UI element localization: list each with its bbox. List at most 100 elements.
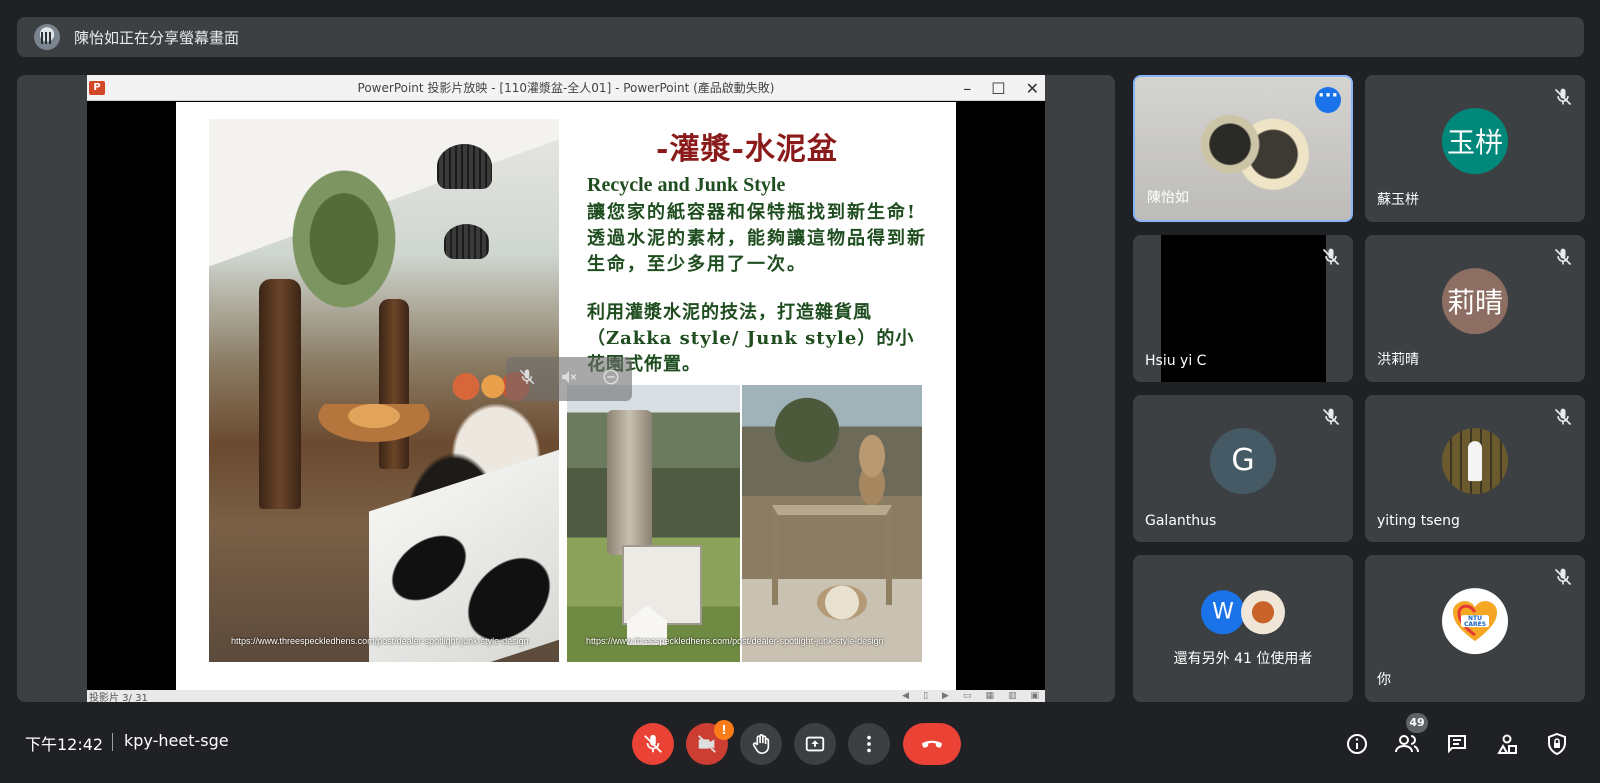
participant-name: 你	[1377, 672, 1391, 688]
minimize-icon: –	[963, 78, 972, 98]
host-controls-button[interactable]	[1540, 727, 1574, 761]
participant-tile[interactable]: ··· 陳怡如	[1133, 75, 1353, 222]
photo-cake-shape	[817, 585, 867, 620]
participant-avatar: W	[1201, 589, 1245, 634]
participant-name: Hsiu yi C	[1145, 353, 1207, 369]
photo-credit-1: https://www.threespeckledhens.com/post/d…	[231, 636, 529, 646]
chat-button[interactable]	[1440, 727, 1474, 761]
camera-warning-badge: !	[714, 720, 734, 740]
participant-tile[interactable]: G Galanthus	[1133, 395, 1353, 542]
maximize-icon: ☐	[991, 78, 1006, 98]
slide-subtitle: Recycle and Junk Style	[587, 174, 786, 196]
participant-name: 蘇玉栟	[1377, 192, 1419, 208]
participant-avatar: G	[1210, 427, 1276, 494]
powerpoint-window: P PowerPoint 投影片放映 - [110灌漿盆-全人01] - Pow…	[87, 75, 1045, 702]
normal-view-icon: ▭	[962, 691, 972, 701]
participant-avatar-photo	[1442, 427, 1508, 494]
photo-pillar-shape	[259, 279, 301, 509]
mic-toggle-button[interactable]	[632, 723, 674, 765]
participant-name: 洪莉晴	[1377, 352, 1419, 368]
participant-name: yiting tseng	[1377, 513, 1460, 529]
slide-photo-garden	[567, 385, 740, 662]
participant-avatar: 玉栟	[1442, 107, 1508, 174]
divider	[112, 733, 113, 751]
prev-slide-icon: ◀	[902, 691, 910, 701]
more-options-button[interactable]	[848, 723, 890, 765]
participant-tile[interactable]: 莉晴 洪莉晴	[1365, 235, 1585, 382]
raise-hand-button[interactable]	[740, 723, 782, 765]
people-count-badge: 49	[1406, 713, 1428, 733]
ntu-cares-logo-text: NTU CARES	[1463, 614, 1487, 628]
clock: 下午12:42	[25, 735, 104, 754]
mic-off-icon	[1554, 568, 1572, 586]
ppt-titlebar: P PowerPoint 投影片放映 - [110灌漿盆-全人01] - Pow…	[87, 75, 1045, 101]
mic-off-icon	[1322, 248, 1340, 266]
more-participants-tile[interactable]: W 還有另外 41 位使用者	[1133, 555, 1353, 702]
photo-lamp-shape	[437, 144, 492, 189]
present-screen-button[interactable]	[794, 723, 836, 765]
hang-up-icon	[922, 740, 942, 748]
meeting-code: kpy-heet-sge	[124, 731, 229, 750]
ppt-window-buttons: – ☐ ✕	[963, 75, 1039, 101]
people-icon	[1395, 735, 1419, 753]
notes-icon: ▯	[923, 691, 929, 701]
photo-basket-shape	[314, 404, 434, 444]
remove-overlay-icon	[602, 368, 620, 391]
presenter-avatar	[34, 24, 60, 50]
photo-cowhide-shape	[369, 446, 559, 662]
participant-tile[interactable]: yiting tseng	[1365, 395, 1585, 542]
screen-share-stage[interactable]: P PowerPoint 投影片放映 - [110灌漿盆-全人01] - Pow…	[17, 75, 1115, 702]
participant-tile[interactable]: 玉栟 蘇玉栟	[1365, 75, 1585, 222]
shapes-icon	[1497, 734, 1517, 754]
remote-control-overlay	[506, 357, 632, 401]
slide-body-paragraph-2: 利用灌漿水泥的技法，打造雜貨風（Zakka style/ Junk style）…	[587, 302, 915, 375]
sorter-view-icon: ▦	[985, 691, 994, 701]
photo-tower-shape	[607, 410, 652, 555]
mic-off-icon	[644, 734, 662, 753]
photo-credit-2: https://www.threespeckledhens.com/post/d…	[586, 636, 884, 646]
presenting-banner-text: 陳怡如正在分享螢幕畫面	[74, 28, 240, 47]
slide-photo-table	[742, 385, 922, 662]
participant-tile[interactable]: Hsiu yi C	[1133, 235, 1353, 382]
more-participants-label: 還有另外 41 位使用者	[1173, 651, 1313, 667]
more-options-icon[interactable]: ···	[1315, 87, 1341, 113]
meeting-details-button[interactable]	[1340, 727, 1374, 761]
shield-lock-icon	[1548, 732, 1566, 756]
hand-icon	[752, 734, 770, 754]
mic-off-icon	[1322, 408, 1340, 426]
photo-bowls-shape	[842, 435, 902, 505]
ppt-window-title: PowerPoint 投影片放映 - [110灌漿盆-全人01] - Power…	[357, 81, 775, 95]
slide-title: -灌漿-水泥盆	[656, 132, 838, 167]
ppt-statusbar: 投影片 3/ 31 ◀ ▯ ▶ ▭ ▦ ▥ ▣	[87, 690, 1045, 702]
mic-off-icon	[1554, 248, 1572, 266]
meet-window: 陳怡如正在分享螢幕畫面 P PowerPoint 投影片放映 - [110灌漿盆…	[0, 0, 1600, 783]
participant-avatar: 莉晴	[1442, 267, 1508, 334]
next-slide-icon: ▶	[942, 691, 949, 701]
slideshow-view-icon: ▣	[1030, 691, 1039, 701]
chat-icon	[1448, 735, 1466, 754]
mic-off-icon	[1554, 408, 1572, 426]
presenting-banner: 陳怡如正在分享螢幕畫面	[17, 17, 1584, 57]
camera-off-icon	[698, 735, 716, 753]
present-icon	[805, 736, 825, 752]
self-tile[interactable]: NTU CARES 你	[1365, 555, 1585, 702]
mic-off-overlay-icon	[518, 368, 536, 391]
leave-call-button[interactable]	[903, 723, 961, 765]
photo-tree-shape	[762, 385, 852, 475]
photo-lamp-shape	[444, 224, 489, 259]
volume-off-overlay-icon	[560, 368, 578, 391]
activities-button[interactable]	[1490, 727, 1524, 761]
slide-body-paragraph-1: 讓您家的紙容器和保特瓶找到新生命!透過水泥的素材，能夠讓這物品得到新生命，至少多…	[587, 202, 927, 275]
ppt-slide-counter: 投影片 3/ 31	[89, 692, 148, 703]
participant-avatar-photo	[1241, 589, 1285, 634]
participant-name: Galanthus	[1145, 513, 1217, 529]
ntu-cares-logo: NTU CARES	[1442, 587, 1508, 654]
info-icon	[1347, 734, 1367, 754]
more-vert-icon	[867, 735, 871, 753]
photo-cabinet-shape	[622, 545, 702, 625]
close-icon: ✕	[1025, 78, 1039, 98]
reading-view-icon: ▥	[1007, 691, 1017, 701]
mic-off-icon	[1554, 88, 1572, 106]
photo-tree-shape	[284, 159, 404, 319]
ppt-view-controls: ◀ ▯ ▶ ▭ ▦ ▥ ▣	[902, 691, 1039, 701]
